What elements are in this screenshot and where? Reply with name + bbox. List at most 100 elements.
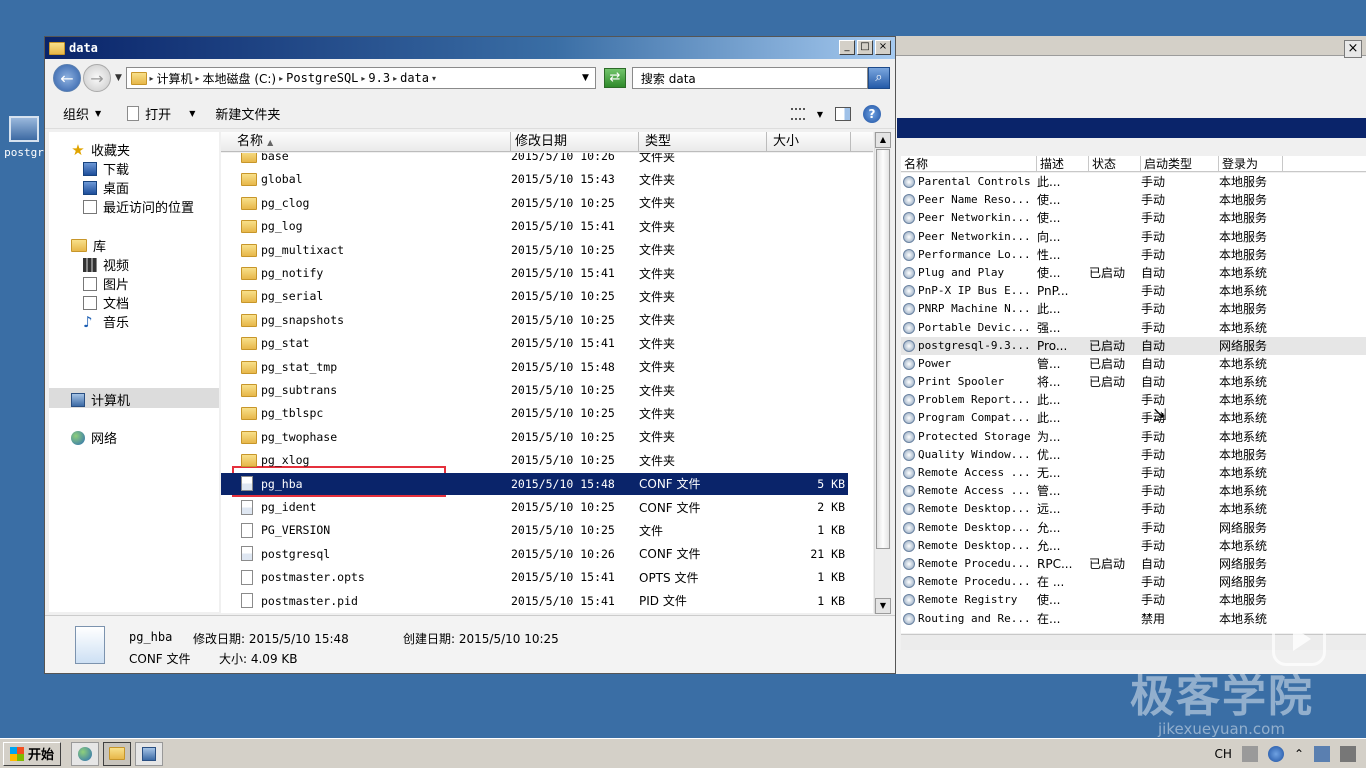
file-row[interactable]: pg_stat_tmp 2015/5/10 15:48 文件夹 (221, 356, 848, 378)
column-header-size[interactable]: 大小 (767, 132, 851, 151)
service-row[interactable]: Portable Devic... 强... 手动 本地系统 (901, 319, 1366, 337)
file-list-scrollbar[interactable]: ▲ ▼ (874, 132, 891, 614)
service-row[interactable]: Remote Desktop... 允... 手动 本地系统 (901, 537, 1366, 555)
service-row[interactable]: PnP-X IP Bus E... PnP... 手动 本地系统 (901, 282, 1366, 300)
explorer-title-bar[interactable]: data _ □ × (45, 37, 895, 59)
scroll-up-icon[interactable]: ▲ (875, 132, 891, 148)
file-row[interactable]: base 2015/5/10 10:26 文件夹 (221, 153, 848, 167)
views-icon[interactable] (790, 108, 805, 120)
column-header-date[interactable]: 修改日期 (511, 132, 639, 151)
speaker-icon[interactable] (1340, 746, 1356, 762)
file-row[interactable]: pg_subtrans 2015/5/10 10:25 文件夹 (221, 379, 848, 401)
taskbar-services[interactable] (135, 741, 164, 766)
service-row[interactable]: Peer Networkin... 向... 手动 本地服务 (901, 228, 1366, 246)
start-button[interactable]: 开始 (3, 741, 62, 766)
service-row[interactable]: postgresql-9.3... Pro... 已启动 自动 网络服务 (901, 336, 1366, 355)
help-icon[interactable] (1267, 746, 1284, 762)
services-col-start[interactable]: 启动类型 (1141, 156, 1219, 171)
file-row[interactable]: postmaster.opts 2015/5/10 15:41 OPTS 文件 1 K… (221, 566, 848, 588)
file-row[interactable]: pg_stat 2015/5/10 15:41 文件夹 (221, 332, 848, 354)
nav-item-music[interactable]: ♪ 音乐 (83, 312, 129, 331)
network-icon[interactable] (1314, 746, 1330, 762)
help-icon[interactable]: ? (863, 105, 881, 123)
service-row[interactable]: PNRP Machine N... 此... 手动 本地服务 (901, 300, 1366, 318)
address-bar[interactable]: ▸ 计算机 ▸ 本地磁盘 (C:) ▸ PostgreSQL ▸ 9.3 ▸ d… (125, 67, 596, 89)
search-input[interactable]: 搜索 data (631, 67, 868, 89)
service-row[interactable]: Peer Networkin... 使... 手动 本地服务 (901, 209, 1366, 227)
service-row[interactable]: Plug and Play 使... 已启动 自动 本地系统 (901, 264, 1366, 282)
chevron-up-icon[interactable]: ⌃ (1294, 747, 1304, 761)
services-col-desc[interactable]: 描述 (1037, 156, 1089, 171)
nav-item-favorites[interactable]: ★ 收藏夹 (71, 140, 130, 159)
service-row[interactable]: Remote Desktop... 允... 手动 网络服务 (901, 519, 1366, 537)
service-row[interactable]: Parental Controls 此... 手动 本地服务 (901, 173, 1366, 191)
desktop-icon-postgres[interactable]: postgr (2, 116, 46, 159)
file-row[interactable]: pg_serial 2015/5/10 10:25 文件夹 (221, 285, 848, 307)
preview-pane-icon[interactable] (835, 107, 851, 121)
column-header-name[interactable]: 名称 ▲ (221, 132, 511, 151)
breadcrumb-local-disk[interactable]: 本地磁盘 (C:) (203, 70, 277, 87)
close-icon[interactable]: × (1344, 40, 1362, 58)
nav-item-downloads[interactable]: 下载 (83, 159, 129, 178)
service-row[interactable]: Print Spooler 将... 已启动 自动 本地系统 (901, 373, 1366, 391)
file-row[interactable]: pg_snapshots 2015/5/10 10:25 文件夹 (221, 309, 848, 331)
nav-item-desktop[interactable]: 桌面 (83, 178, 129, 197)
taskbar-explorer[interactable] (103, 741, 132, 766)
file-row[interactable]: global 2015/5/10 15:43 文件夹 (221, 168, 848, 190)
close-button[interactable]: × (875, 40, 891, 55)
service-row[interactable]: Quality Window... 优... 手动 本地服务 (901, 446, 1366, 464)
address-dropdown-icon[interactable]: ▼ (582, 73, 595, 83)
service-row[interactable]: Protected Storage 为... 手动 本地系统 (901, 428, 1366, 446)
service-row[interactable]: Remote Access ... 管... 手动 本地系统 (901, 482, 1366, 500)
language-indicator[interactable]: CH (1215, 747, 1232, 761)
open-button[interactable]: 打开 ▼ (127, 104, 195, 123)
nav-item-libraries[interactable]: 库 (71, 236, 106, 255)
nav-item-computer[interactable]: 计算机 (71, 390, 130, 409)
file-row[interactable]: PG_VERSION 2015/5/10 10:25 文件 1 KB (221, 519, 848, 541)
services-col-logon[interactable]: 登录为 (1219, 156, 1283, 171)
chevron-down-icon[interactable]: ▼ (817, 110, 823, 119)
scrollbar-thumb[interactable] (876, 149, 890, 549)
file-row[interactable]: pg_multixact 2015/5/10 10:25 文件夹 (221, 239, 848, 261)
service-row[interactable]: Problem Report... 此... 手动 本地系统 (901, 391, 1366, 409)
service-row[interactable]: Program Compat... 此... 手动 本地系统 (901, 409, 1366, 427)
file-row[interactable]: pg_ident 2015/5/10 10:25 CONF 文件 2 KB (221, 496, 848, 518)
refresh-button[interactable]: ⇄ (603, 68, 626, 88)
keyboard-icon[interactable] (1241, 746, 1258, 762)
chevron-right-icon[interactable]: ▸ (147, 74, 153, 83)
file-row[interactable]: pg_log 2015/5/10 15:41 文件夹 (221, 215, 848, 237)
breadcrumb-data[interactable]: data (400, 71, 429, 85)
file-row[interactable]: pg_twophase 2015/5/10 10:25 文件夹 (221, 426, 848, 448)
service-row[interactable]: Peer Name Reso... 使... 手动 本地服务 (901, 191, 1366, 209)
forward-button[interactable]: → (83, 64, 111, 92)
service-row[interactable]: Power 管... 已启动 自动 本地系统 (901, 355, 1366, 373)
file-row[interactable]: pg_notify 2015/5/10 15:41 文件夹 (221, 262, 848, 284)
service-row[interactable]: Remote Access ... 无... 手动 本地系统 (901, 464, 1366, 482)
chevron-right-icon[interactable]: ▸ (393, 74, 397, 83)
file-row[interactable]: postgresql 2015/5/10 10:26 CONF 文件 21 KB (221, 543, 848, 565)
file-row[interactable]: pg_tblspc 2015/5/10 10:25 文件夹 (221, 402, 848, 424)
maximize-button[interactable]: □ (857, 40, 873, 55)
file-row[interactable]: pg_clog 2015/5/10 10:25 文件夹 (221, 192, 848, 214)
back-button[interactable]: ← (53, 64, 81, 92)
service-row[interactable]: Performance Lo... 性... 手动 本地服务 (901, 246, 1366, 264)
breadcrumb-postgresql[interactable]: PostgreSQL (286, 71, 358, 85)
services-col-name[interactable]: 名称 (901, 156, 1037, 171)
service-row[interactable]: Remote Desktop... 远... 手动 本地系统 (901, 500, 1366, 518)
services-col-state[interactable]: 状态 (1089, 156, 1141, 171)
breadcrumb-computer[interactable]: 计算机 (156, 70, 192, 87)
nav-item-documents[interactable]: 文档 (83, 293, 129, 312)
chevron-right-icon[interactable]: ▸ (196, 74, 200, 83)
taskbar-server-manager[interactable] (71, 741, 100, 766)
scroll-down-icon[interactable]: ▼ (875, 598, 891, 614)
search-button[interactable]: ⌕ (867, 67, 890, 89)
new-folder-button[interactable]: 新建文件夹 (215, 104, 280, 123)
nav-item-videos[interactable]: 视频 (83, 255, 129, 274)
breadcrumb-version[interactable]: 9.3 (368, 71, 390, 85)
chevron-down-icon[interactable]: ▼ (189, 109, 195, 118)
nav-item-recent[interactable]: 最近访问的位置 (83, 197, 194, 216)
chevron-right-icon[interactable]: ▸ (279, 74, 283, 83)
file-row[interactable]: pg_xlog 2015/5/10 10:25 文件夹 (221, 449, 848, 471)
nav-item-pictures[interactable]: 图片 (83, 274, 129, 293)
service-row[interactable]: Remote Procedu... 在 ... 手动 网络服务 (901, 573, 1366, 591)
